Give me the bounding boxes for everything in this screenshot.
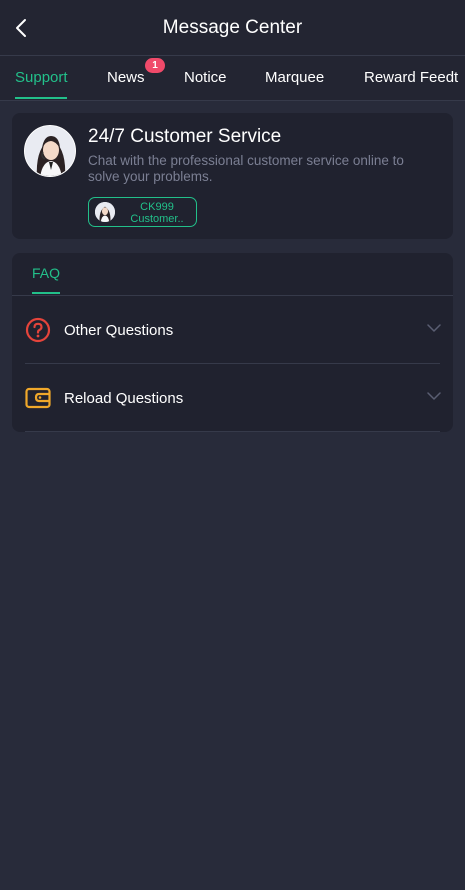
tab-notice[interactable]: Notice <box>184 69 227 86</box>
agent-name-line2: Customer.. <box>130 213 184 225</box>
chevron-down-icon <box>427 392 441 400</box>
agent-name-line1: CK999 <box>140 201 174 213</box>
agent-name: CK999 Customer.. <box>121 201 193 225</box>
agent-portrait-icon <box>25 126 75 176</box>
faq-item-reload-questions[interactable]: Reload Questions <box>12 364 453 432</box>
header-bar: Message Center <box>0 0 465 56</box>
message-tabs: Support News Notice Marquee Reward Feedt <box>0 56 465 101</box>
tab-marquee[interactable]: Marquee <box>265 69 324 86</box>
tab-support[interactable]: Support <box>15 69 68 86</box>
tab-reward-feedback[interactable]: Reward Feedt <box>364 69 458 86</box>
chevron-down-icon <box>427 324 441 332</box>
customer-service-card: 24/7 Customer Service Chat with the prof… <box>12 113 453 239</box>
page-title: Message Center <box>162 17 303 38</box>
divider <box>25 431 440 432</box>
faq-card: FAQ Other Questions Reload Questions <box>12 253 453 432</box>
customer-service-description: Chat with the professional customer serv… <box>88 153 404 184</box>
tab-faq[interactable]: FAQ <box>32 265 60 281</box>
faq-tab-indicator <box>32 292 60 294</box>
customer-service-agent-button[interactable]: CK999 Customer.. <box>88 197 197 227</box>
faq-item-label: Reload Questions <box>64 390 184 407</box>
faq-item-other-questions[interactable]: Other Questions <box>12 296 453 364</box>
wallet-icon <box>25 387 51 409</box>
customer-service-avatar <box>24 125 76 177</box>
news-unread-badge: 1 <box>145 58 165 73</box>
active-tab-indicator <box>15 97 67 99</box>
customer-service-title: 24/7 Customer Service <box>88 126 282 147</box>
question-circle-icon <box>25 317 51 343</box>
tab-news[interactable]: News <box>107 69 145 86</box>
agent-avatar <box>95 202 115 222</box>
faq-item-label: Other Questions <box>64 322 174 339</box>
agent-portrait-small-icon <box>95 202 115 222</box>
